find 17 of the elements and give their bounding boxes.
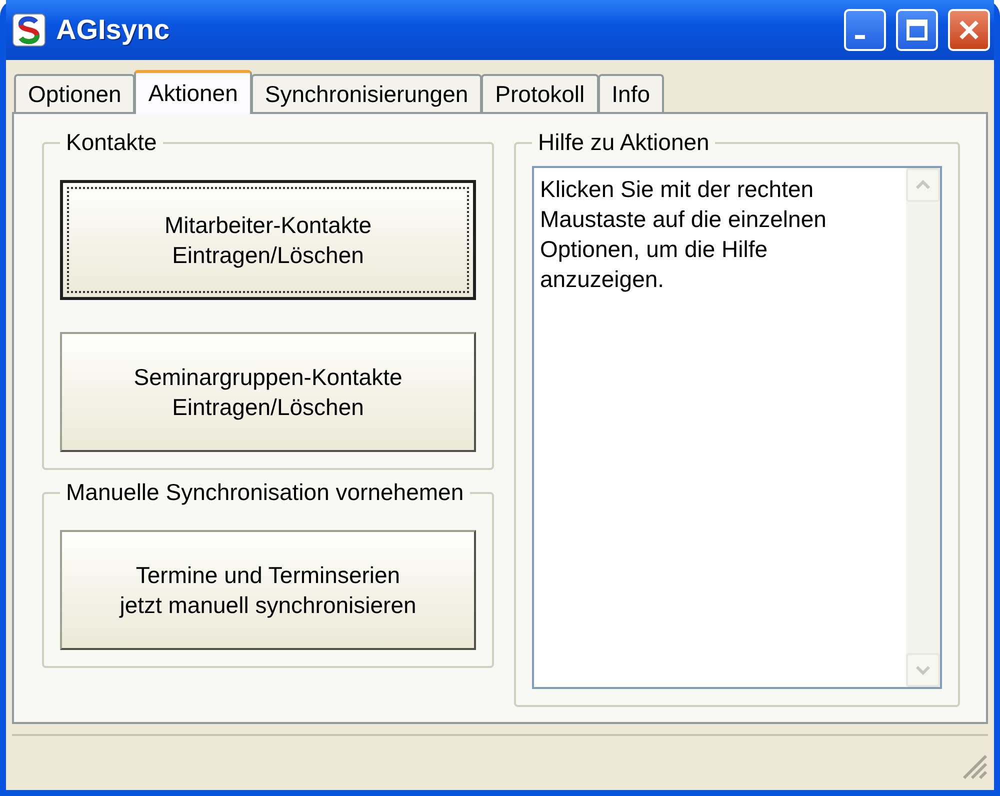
window-title: AGIsync [56, 14, 171, 46]
minimize-icon [855, 35, 865, 39]
close-icon [958, 19, 980, 41]
tab[interactable]: Optionen [14, 74, 136, 112]
maximize-button[interactable] [896, 9, 938, 51]
action-button[interactable]: Seminargruppen-Kontakte Eintragen/Löschen [60, 332, 476, 452]
app-icon [12, 13, 46, 47]
tab[interactable]: Aktionen [134, 70, 252, 114]
tab[interactable]: Protokoll [481, 74, 599, 112]
action-button[interactable]: Termine und Terminserien jetzt manuell synchronisieren [60, 530, 476, 650]
maximize-icon [906, 19, 928, 41]
tab[interactable]: Info [598, 74, 664, 112]
tab[interactable]: Synchronisierungen [250, 74, 482, 112]
minimize-button[interactable] [844, 9, 886, 51]
help-text: Klicken Sie mit der rechten Maustaste auf die einzelnen Optionen, um die Hilfe anzuzeigen. [539, 175, 828, 294]
action-button[interactable]: Mitarbeiter-Kontakte Eintragen/Löschen [60, 180, 476, 300]
close-button[interactable] [948, 9, 990, 51]
